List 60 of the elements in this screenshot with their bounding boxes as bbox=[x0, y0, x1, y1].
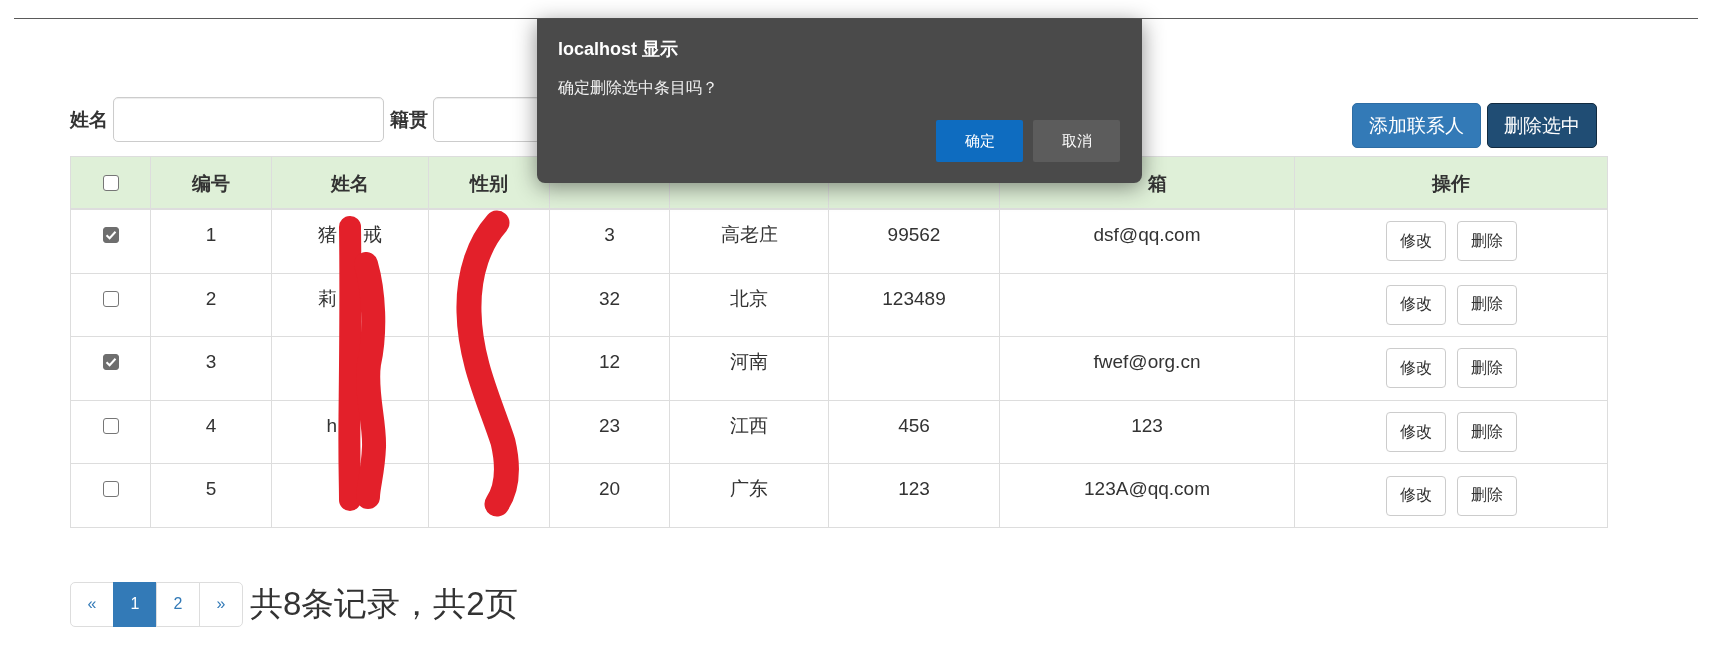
dialog-title: localhost 显示 bbox=[558, 38, 678, 61]
edit-button[interactable]: 修改 bbox=[1385, 475, 1446, 516]
previous-page-button[interactable]: « bbox=[70, 581, 114, 627]
checkbox[interactable] bbox=[102, 290, 119, 307]
table-cell: 99562 bbox=[829, 210, 1000, 274]
table-cell: 123 bbox=[1000, 400, 1295, 465]
checkbox[interactable] bbox=[102, 417, 119, 434]
table-cell: 123A@qq.com bbox=[1000, 464, 1295, 528]
column-header: 姓名 bbox=[272, 157, 429, 210]
table-cell: 123489 bbox=[829, 273, 1000, 338]
table-cell: 23 bbox=[550, 400, 670, 465]
field-label: 籍贯 bbox=[390, 108, 428, 132]
delete-button[interactable]: 删除 bbox=[1456, 221, 1517, 262]
table-cell: 3 bbox=[550, 210, 670, 274]
table-cell: 20 bbox=[550, 464, 670, 528]
partial-name-text: 莉 bbox=[318, 286, 337, 311]
edit-button[interactable]: 修改 bbox=[1385, 221, 1446, 262]
confirm-button[interactable]: 确定 bbox=[936, 120, 1023, 162]
column-header: 编号 bbox=[151, 157, 272, 210]
field-label: 姓名 bbox=[70, 108, 108, 132]
delete-selected-button[interactable]: 删除选中 bbox=[1487, 103, 1597, 148]
checkbox[interactable] bbox=[102, 481, 119, 498]
table-cell: 高老庄 bbox=[670, 210, 829, 274]
edit-button[interactable]: 修改 bbox=[1385, 348, 1446, 389]
table-cell: 北京 bbox=[670, 273, 829, 338]
table-cell: 1 bbox=[151, 210, 272, 274]
table-cell: 5 bbox=[151, 464, 272, 528]
add-contact-button[interactable]: 添加联系人 bbox=[1352, 103, 1481, 148]
page-button[interactable]: 1 bbox=[113, 581, 157, 627]
checkbox[interactable] bbox=[102, 174, 119, 191]
delete-button[interactable]: 删除 bbox=[1456, 348, 1517, 389]
table-cell: 12 bbox=[550, 337, 670, 401]
edit-button[interactable]: 修改 bbox=[1385, 412, 1446, 453]
partial-name-text: 猪 bbox=[318, 223, 337, 247]
table-cell: 123 bbox=[829, 464, 1000, 528]
delete-button[interactable]: 删除 bbox=[1456, 284, 1517, 325]
table-cell: 河南 bbox=[670, 337, 829, 401]
cancel-button[interactable]: 取消 bbox=[1033, 120, 1120, 162]
checkbox[interactable] bbox=[102, 227, 119, 243]
delete-button[interactable]: 删除 bbox=[1456, 412, 1517, 453]
pagination-summary: 共8条记录，共2页 bbox=[250, 584, 518, 625]
table-cell: 3 bbox=[151, 337, 272, 401]
partial-name-text: h bbox=[326, 413, 337, 438]
table-cell: fwef@org.cn bbox=[1000, 337, 1295, 401]
next-page-button[interactable]: » bbox=[199, 581, 243, 627]
checkbox[interactable] bbox=[102, 354, 119, 371]
table-cell: dsf@qq.com bbox=[1000, 210, 1295, 274]
table-cell: 2 bbox=[151, 273, 272, 338]
table-cell: 32 bbox=[550, 273, 670, 338]
partial-name-text: 戒 bbox=[363, 223, 382, 247]
input-field[interactable] bbox=[113, 97, 384, 142]
dialog-message: 确定删除选中条目吗？ bbox=[558, 78, 718, 98]
edit-button[interactable]: 修改 bbox=[1385, 284, 1446, 325]
page-button[interactable]: 2 bbox=[156, 581, 200, 627]
table-cell: 4 bbox=[151, 400, 272, 465]
table-cell: 广东 bbox=[670, 464, 829, 528]
column-header: 操作 bbox=[1295, 157, 1608, 210]
table-cell: 江西 bbox=[670, 400, 829, 465]
table-cell: 456 bbox=[829, 400, 1000, 465]
delete-button[interactable]: 删除 bbox=[1456, 475, 1517, 516]
